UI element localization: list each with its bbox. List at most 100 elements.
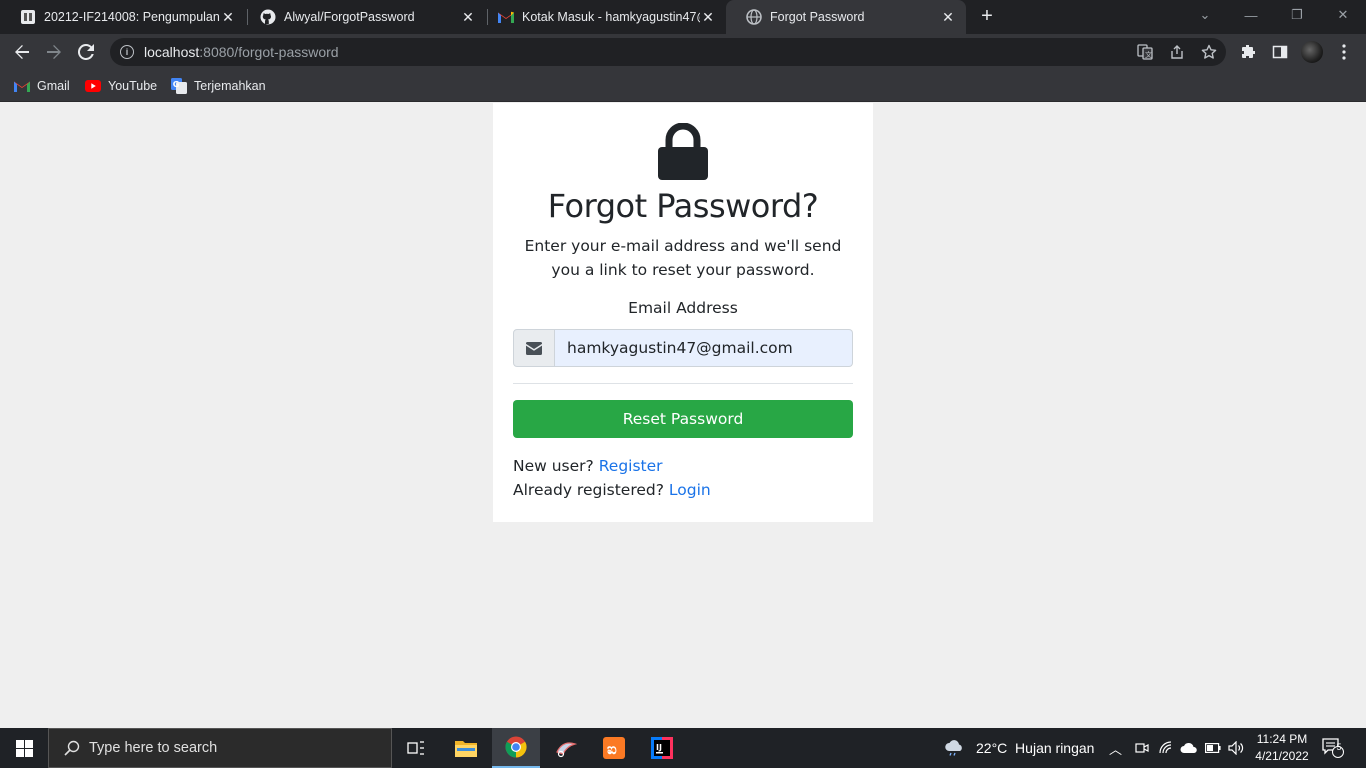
search-icon [63,739,81,757]
envelope-icon [513,329,555,367]
intellij-button[interactable]: IJ [638,728,686,768]
bookmark-label: YouTube [108,79,158,93]
close-icon[interactable]: ✕ [700,9,716,25]
cloud-rain-icon [945,740,962,756]
wifi-icon[interactable] [1158,728,1174,768]
meet-now-icon[interactable] [1135,728,1149,768]
already-registered-text: Already registered? [513,481,664,499]
url-host: localhost [144,44,200,60]
register-link[interactable]: Register [599,457,663,475]
side-panel-icon[interactable] [1269,41,1291,63]
close-window-button[interactable]: ✕ [1320,0,1366,30]
task-view-button[interactable] [392,728,440,768]
bookmark-youtube[interactable]: YouTube [85,76,157,96]
gmail-icon [14,78,30,94]
page-viewport: Forgot Password? Enter your e-mail addre… [0,103,1366,728]
bookmark-gmail[interactable]: Gmail [14,76,70,96]
globe-icon [746,9,762,25]
task-view-icon [407,741,424,755]
bookmarks-bar: Gmail YouTube G Terjemahkan [0,70,1366,102]
tab-bar: 20212-IF214008: Pengumpulan J ✕ Alwyal/F… [0,0,1366,34]
bookmark-star-icon[interactable] [1200,43,1218,61]
svg-text:ಐ: ಐ [607,740,617,758]
xampp-button[interactable]: ಐ [590,728,638,768]
snipping-icon [556,742,577,758]
battery-icon[interactable] [1205,728,1221,768]
translate-icon[interactable]: 文 [1136,43,1154,61]
login-link[interactable]: Login [669,481,711,499]
svg-text:G: G [173,80,180,89]
forward-button[interactable] [42,40,66,64]
tab-search-icon[interactable]: ⌄ [1182,0,1228,30]
windows-icon [15,739,33,757]
page-description: Enter your e-mail address and we'll send… [524,237,842,279]
email-input-group [513,329,853,367]
system-clock[interactable]: 11:24 PM 4/21/2022 [1252,731,1312,765]
tab-forgot-password[interactable]: Forgot Password ✕ [726,0,966,34]
back-button[interactable] [10,40,34,64]
page-title: Forgot Password? [547,187,819,225]
new-tab-button[interactable]: + [976,5,998,27]
tab-title: 20212-IF214008: Pengumpulan J [44,10,220,24]
reset-password-button[interactable]: Reset Password [513,400,853,438]
weather-text: 22°C Hujan ringan [976,740,1095,756]
clock-time: 11:24 PM [1256,732,1308,746]
tab-gmail[interactable]: Kotak Masuk - hamkyagustin47@ ✕ [478,0,726,34]
xampp-icon: ಐ [603,737,625,759]
tab-github[interactable]: Alwyal/ForgotPassword ✕ [240,0,486,34]
menu-dots-icon[interactable] [1333,41,1355,63]
close-icon[interactable]: ✕ [220,9,236,25]
minimize-button[interactable]: — [1228,0,1274,30]
chrome-button[interactable] [492,728,540,768]
address-bar[interactable]: i localhost:8080/forgot-password 文 [110,38,1226,66]
chevron-up-icon: ︿ [1109,741,1123,757]
clock-date: 4/21/2022 [1255,749,1309,763]
share-icon[interactable] [1168,43,1186,61]
tab-title: Kotak Masuk - hamkyagustin47@ [522,10,700,24]
translate-icon: G [171,78,187,94]
folder-icon [455,741,477,757]
notification-count: 5 [1336,742,1342,752]
reload-button[interactable] [74,40,98,64]
info-icon[interactable]: i [120,45,134,59]
snipping-tool-button[interactable] [542,728,590,768]
tab-moodle[interactable]: 20212-IF214008: Pengumpulan J ✕ [0,0,246,34]
browser-toolbar: i localhost:8080/forgot-password 文 [0,34,1366,70]
profile-avatar[interactable] [1301,41,1323,63]
url-path: :8080/forgot-password [199,44,339,60]
restore-button[interactable]: ❐ [1274,0,1320,30]
windows-taskbar: Type here to search ಐ IJ 22°C Hujan ring… [0,728,1366,768]
search-placeholder: Type here to search [89,740,218,756]
lock-icon [658,123,708,180]
email-field[interactable] [555,329,853,367]
youtube-icon [85,78,101,94]
tab-title: Forgot Password [770,10,865,24]
divider [513,383,853,384]
taskbar-search[interactable]: Type here to search [48,728,392,768]
close-icon[interactable]: ✕ [940,9,956,25]
new-user-line: New user? Register [513,457,663,475]
svg-text:IJ: IJ [656,743,662,752]
forgot-password-card: Forgot Password? Enter your e-mail addre… [493,103,873,522]
weather-widget[interactable]: 22°C Hujan ringan [944,728,1094,768]
email-label: Email Address [628,299,738,317]
start-button[interactable] [0,728,48,768]
volume-icon[interactable] [1228,728,1244,768]
bookmark-label: Terjemahkan [194,79,266,93]
file-explorer-button[interactable] [442,728,490,768]
notification-center-button[interactable]: 5 [1322,738,1344,758]
tab-title: Alwyal/ForgotPassword [284,10,415,24]
intellij-icon: IJ [651,737,673,759]
github-icon [260,9,276,25]
show-hidden-icons[interactable]: ︿ [1109,728,1122,768]
bookmark-label: Gmail [37,79,70,93]
bookmark-translate[interactable]: G Terjemahkan [171,76,266,96]
chrome-icon [505,736,527,758]
moodle-icon [20,9,36,25]
close-icon[interactable]: ✕ [460,9,476,25]
gmail-icon [498,9,514,25]
onedrive-icon[interactable] [1180,728,1198,768]
svg-text:文: 文 [1145,50,1152,59]
extensions-icon[interactable] [1237,41,1259,63]
already-registered-line: Already registered? Login [513,481,711,499]
